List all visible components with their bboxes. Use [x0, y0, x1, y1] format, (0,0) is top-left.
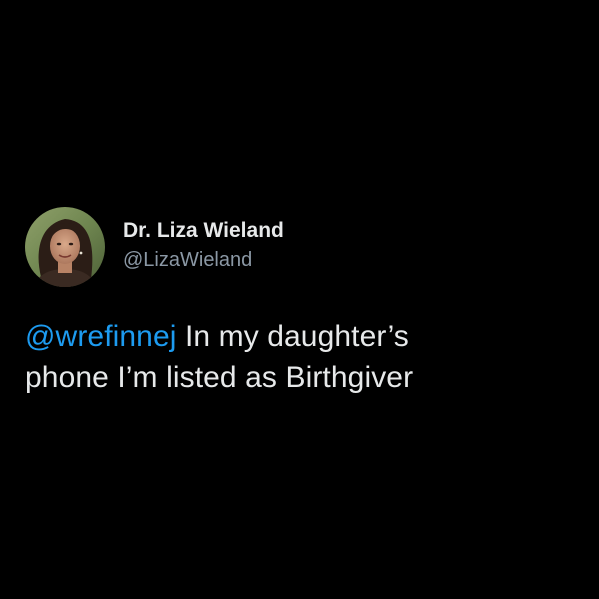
avatar-photo-icon: [25, 207, 105, 287]
tweet-card: Dr. Liza Wieland @LizaWieland @wrefinnej…: [0, 0, 599, 599]
tweet-text-line-1: @wrefinnej In my daughter’s: [25, 316, 585, 357]
tweet-text: @wrefinnej In my daughter’s phone I’m li…: [25, 316, 585, 398]
author-info: Dr. Liza Wieland @LizaWieland: [123, 219, 284, 273]
tweet-author: Dr. Liza Wieland @LizaWieland: [25, 207, 284, 287]
avatar[interactable]: [25, 207, 105, 287]
tweet-text-line-2: phone I’m listed as Birthgiver: [25, 361, 414, 394]
author-handle[interactable]: @LizaWieland: [123, 247, 284, 273]
author-display-name[interactable]: Dr. Liza Wieland: [123, 218, 284, 244]
tweet-text-segment: In my daughter’s: [176, 320, 409, 353]
mention-link[interactable]: @wrefinnej: [25, 320, 177, 353]
